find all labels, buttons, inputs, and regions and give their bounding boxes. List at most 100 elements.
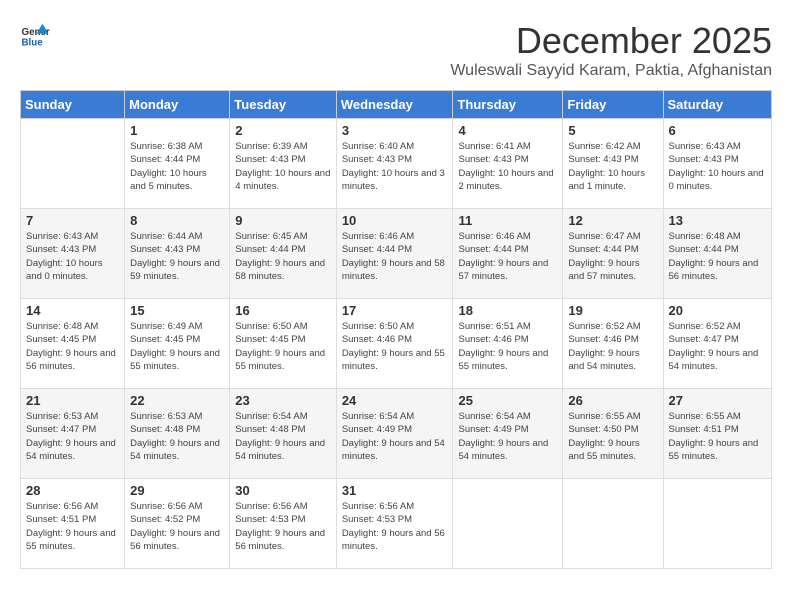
cell-content: Sunrise: 6:45 AMSunset: 4:44 PMDaylight:… [235, 230, 331, 283]
day-number: 14 [26, 303, 119, 318]
calendar-cell: 18 Sunrise: 6:51 AMSunset: 4:46 PMDayligh… [453, 299, 563, 389]
calendar-cell [21, 119, 125, 209]
day-number: 27 [669, 393, 767, 408]
cell-content: Sunrise: 6:56 AMSunset: 4:53 PMDaylight:… [235, 500, 331, 553]
month-title: December 2025 [450, 20, 772, 62]
calendar-cell: 9 Sunrise: 6:45 AMSunset: 4:44 PMDaylight… [230, 209, 337, 299]
day-number: 30 [235, 483, 331, 498]
cell-content: Sunrise: 6:40 AMSunset: 4:43 PMDaylight:… [342, 140, 448, 193]
calendar-cell: 13 Sunrise: 6:48 AMSunset: 4:44 PMDayligh… [663, 209, 772, 299]
calendar-cell: 16 Sunrise: 6:50 AMSunset: 4:45 PMDayligh… [230, 299, 337, 389]
cell-content: Sunrise: 6:54 AMSunset: 4:48 PMDaylight:… [235, 410, 331, 463]
day-number: 24 [342, 393, 448, 408]
day-number: 9 [235, 213, 331, 228]
calendar-body: 1 Sunrise: 6:38 AMSunset: 4:44 PMDaylight… [21, 119, 772, 569]
header-day-thursday: Thursday [453, 91, 563, 119]
cell-content: Sunrise: 6:55 AMSunset: 4:51 PMDaylight:… [669, 410, 767, 463]
calendar-cell [563, 479, 663, 569]
day-number: 11 [458, 213, 557, 228]
cell-content: Sunrise: 6:48 AMSunset: 4:44 PMDaylight:… [669, 230, 767, 283]
cell-content: Sunrise: 6:56 AMSunset: 4:53 PMDaylight:… [342, 500, 448, 553]
calendar-cell: 12Sunrise: 6:47 AMSunset: 4:44 PMDayligh… [563, 209, 663, 299]
calendar-cell: 1 Sunrise: 6:38 AMSunset: 4:44 PMDaylight… [125, 119, 230, 209]
header-day-tuesday: Tuesday [230, 91, 337, 119]
header-day-friday: Friday [563, 91, 663, 119]
cell-content: Sunrise: 6:51 AMSunset: 4:46 PMDaylight:… [458, 320, 557, 373]
location-title: Wuleswali Sayyid Karam, Paktia, Afghanis… [450, 62, 772, 80]
header-day-sunday: Sunday [21, 91, 125, 119]
calendar-cell: 8Sunrise: 6:44 AMSunset: 4:43 PMDaylight… [125, 209, 230, 299]
day-number: 13 [669, 213, 767, 228]
day-number: 21 [26, 393, 119, 408]
cell-content: Sunrise: 6:56 AMSunset: 4:52 PMDaylight:… [130, 500, 224, 553]
calendar-cell: 2Sunrise: 6:39 AMSunset: 4:43 PMDaylight… [230, 119, 337, 209]
svg-text:Blue: Blue [22, 38, 44, 49]
calendar-cell [453, 479, 563, 569]
calendar-cell: 6 Sunrise: 6:43 AMSunset: 4:43 PMDaylight… [663, 119, 772, 209]
week-row-4: 28 Sunrise: 6:56 AMSunset: 4:51 PMDayligh… [21, 479, 772, 569]
day-number: 25 [458, 393, 557, 408]
day-number: 28 [26, 483, 119, 498]
day-number: 10 [342, 213, 448, 228]
cell-content: Sunrise: 6:50 AMSunset: 4:45 PMDaylight:… [235, 320, 331, 373]
day-number: 31 [342, 483, 448, 498]
cell-content: Sunrise: 6:46 AMSunset: 4:44 PMDaylight:… [458, 230, 557, 283]
day-number: 8 [130, 213, 224, 228]
cell-content: Sunrise: 6:52 AMSunset: 4:47 PMDaylight:… [669, 320, 767, 373]
day-number: 2 [235, 123, 331, 138]
cell-content: Sunrise: 6:54 AMSunset: 4:49 PMDaylight:… [342, 410, 448, 463]
day-number: 1 [130, 123, 224, 138]
cell-content: Sunrise: 6:56 AMSunset: 4:51 PMDaylight:… [26, 500, 119, 553]
calendar-cell: 31 Sunrise: 6:56 AMSunset: 4:53 PMDayligh… [336, 479, 453, 569]
calendar-cell: 23 Sunrise: 6:54 AMSunset: 4:48 PMDayligh… [230, 389, 337, 479]
cell-content: Sunrise: 6:49 AMSunset: 4:45 PMDaylight:… [130, 320, 224, 373]
week-row-0: 1 Sunrise: 6:38 AMSunset: 4:44 PMDaylight… [21, 119, 772, 209]
calendar-cell: 21 Sunrise: 6:53 AMSunset: 4:47 PMDayligh… [21, 389, 125, 479]
day-number: 23 [235, 393, 331, 408]
cell-content: Sunrise: 6:54 AMSunset: 4:49 PMDaylight:… [458, 410, 557, 463]
day-number: 6 [669, 123, 767, 138]
cell-content: Sunrise: 6:43 AMSunset: 4:43 PMDaylight:… [669, 140, 767, 193]
title-block: December 2025 Wuleswali Sayyid Karam, Pa… [450, 20, 772, 80]
logo-icon: General Blue [20, 20, 50, 50]
day-number: 3 [342, 123, 448, 138]
day-number: 22 [130, 393, 224, 408]
calendar-cell: 30 Sunrise: 6:56 AMSunset: 4:53 PMDayligh… [230, 479, 337, 569]
cell-content: Sunrise: 6:53 AMSunset: 4:47 PMDaylight:… [26, 410, 119, 463]
calendar-cell: 11 Sunrise: 6:46 AMSunset: 4:44 PMDayligh… [453, 209, 563, 299]
day-number: 7 [26, 213, 119, 228]
day-number: 18 [458, 303, 557, 318]
calendar-cell: 22 Sunrise: 6:53 AMSunset: 4:48 PMDayligh… [125, 389, 230, 479]
cell-content: Sunrise: 6:43 AMSunset: 4:43 PMDaylight:… [26, 230, 119, 283]
header-day-wednesday: Wednesday [336, 91, 453, 119]
calendar-cell: 14 Sunrise: 6:48 AMSunset: 4:45 PMDayligh… [21, 299, 125, 389]
cell-content: Sunrise: 6:46 AMSunset: 4:44 PMDaylight:… [342, 230, 448, 283]
calendar-cell: 10 Sunrise: 6:46 AMSunset: 4:44 PMDayligh… [336, 209, 453, 299]
cell-content: Sunrise: 6:48 AMSunset: 4:45 PMDaylight:… [26, 320, 119, 373]
cell-content: Sunrise: 6:47 AMSunset: 4:44 PMDaylight:… [568, 230, 657, 283]
day-number: 4 [458, 123, 557, 138]
cell-content: Sunrise: 6:38 AMSunset: 4:44 PMDaylight:… [130, 140, 224, 193]
calendar-cell: 5 Sunrise: 6:42 AMSunset: 4:43 PMDaylight… [563, 119, 663, 209]
day-number: 20 [669, 303, 767, 318]
day-number: 15 [130, 303, 224, 318]
calendar-cell: 25 Sunrise: 6:54 AMSunset: 4:49 PMDayligh… [453, 389, 563, 479]
calendar-cell: 20 Sunrise: 6:52 AMSunset: 4:47 PMDayligh… [663, 299, 772, 389]
day-number: 5 [568, 123, 657, 138]
calendar-table: SundayMondayTuesdayWednesdayThursdayFrid… [20, 90, 772, 569]
calendar-cell [663, 479, 772, 569]
calendar-cell: 15 Sunrise: 6:49 AMSunset: 4:45 PMDayligh… [125, 299, 230, 389]
cell-content: Sunrise: 6:50 AMSunset: 4:46 PMDaylight:… [342, 320, 448, 373]
cell-content: Sunrise: 6:55 AMSunset: 4:50 PMDaylight:… [568, 410, 657, 463]
header-day-saturday: Saturday [663, 91, 772, 119]
calendar-cell: 28 Sunrise: 6:56 AMSunset: 4:51 PMDayligh… [21, 479, 125, 569]
day-number: 17 [342, 303, 448, 318]
cell-content: Sunrise: 6:52 AMSunset: 4:46 PMDaylight:… [568, 320, 657, 373]
day-number: 19 [568, 303, 657, 318]
day-number: 16 [235, 303, 331, 318]
day-number: 26 [568, 393, 657, 408]
cell-content: Sunrise: 6:42 AMSunset: 4:43 PMDaylight:… [568, 140, 657, 193]
cell-content: Sunrise: 6:53 AMSunset: 4:48 PMDaylight:… [130, 410, 224, 463]
calendar-cell: 27 Sunrise: 6:55 AMSunset: 4:51 PMDayligh… [663, 389, 772, 479]
cell-content: Sunrise: 6:41 AMSunset: 4:43 PMDaylight:… [458, 140, 557, 193]
